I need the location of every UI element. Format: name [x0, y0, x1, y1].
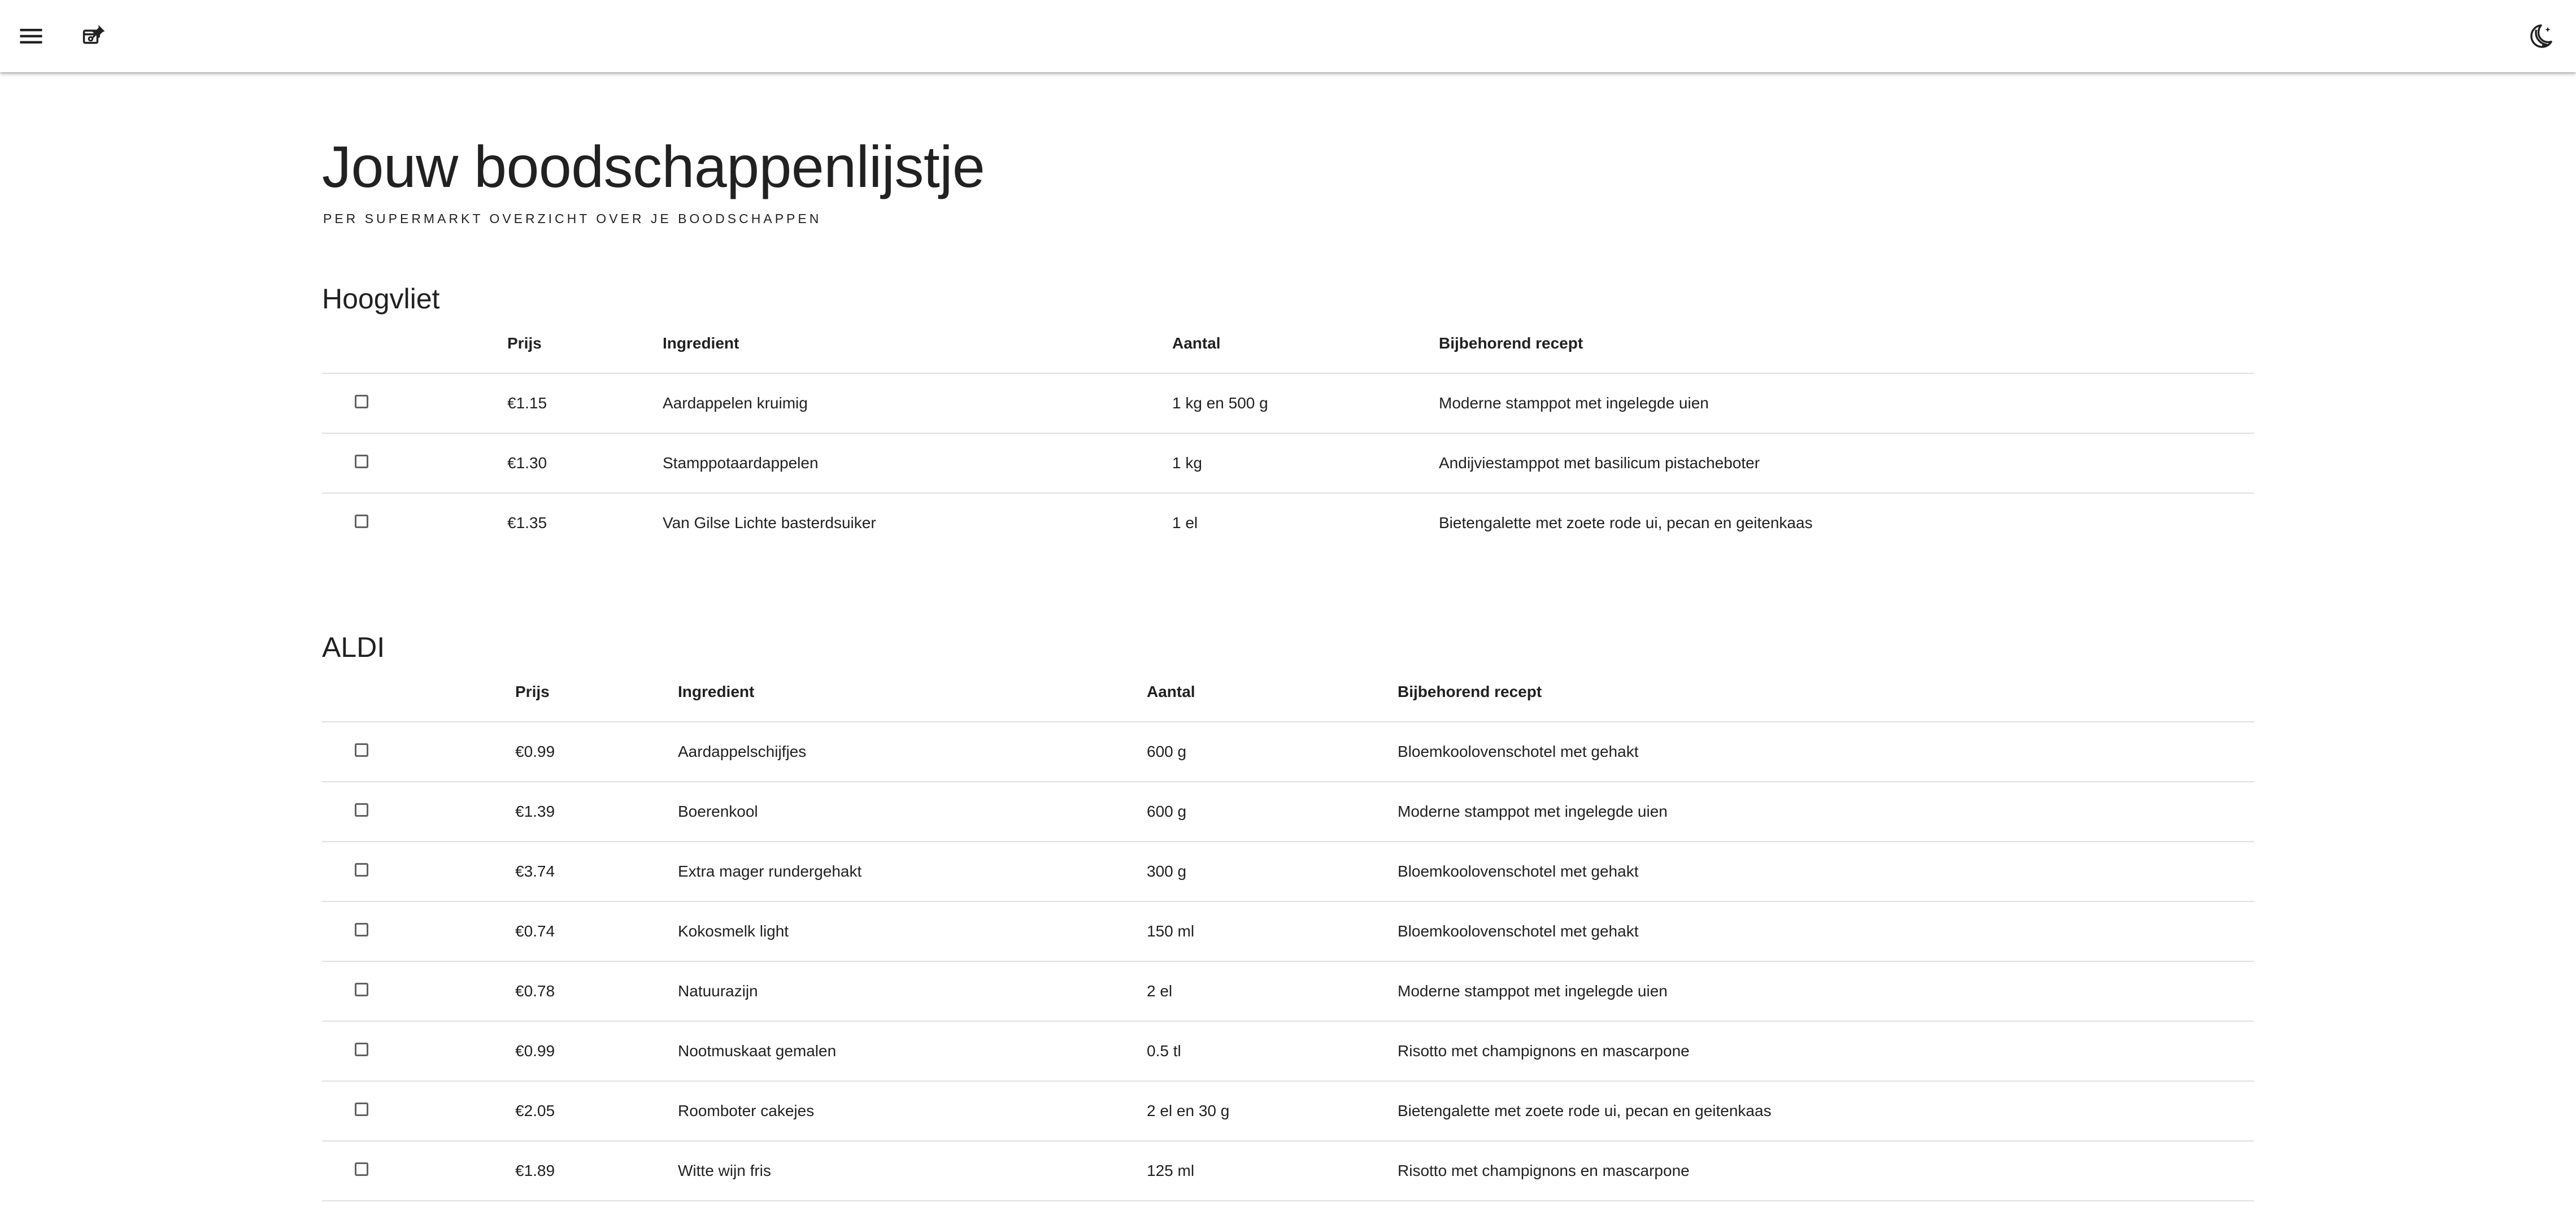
page-subtitle: PER SUPERMARKT OVERZICHT OVER JE BOODSCH…: [323, 211, 822, 226]
cell-prijs: €1.15: [507, 394, 547, 412]
page-title: Jouw boodschappenlijstje: [322, 134, 985, 200]
cell-aantal: 1 kg en 500 g: [1172, 394, 1268, 412]
menu-button[interactable]: [12, 17, 50, 55]
row-checkbox[interactable]: [355, 803, 368, 817]
store-name: Hoogvliet: [322, 283, 440, 315]
calendar-pin-icon: [82, 25, 105, 44]
cell-aantal: 2 el en 30 g: [1147, 1102, 1230, 1119]
table-row: €3.74 Extra mager rundergehakt 300 g Blo…: [322, 842, 2254, 902]
cell-prijs: €3.74: [515, 862, 555, 880]
cell-aantal: 600 g: [1147, 803, 1187, 820]
cell-recept: Moderne stamppot met ingelegde uien: [1439, 394, 1709, 412]
cell-ingredient: Nootmuskaat gemalen: [678, 1042, 837, 1060]
cell-aantal: 2 el: [1147, 982, 1173, 1000]
shopping-table: Prijs Ingredient Aantal Bijbehorend rece…: [322, 314, 2254, 552]
cell-recept: Bloemkoolovenschotel met gehakt: [1398, 743, 1639, 760]
column-header-prijs: Prijs: [507, 334, 542, 352]
table-row: €1.89 Witte wijn fris 125 ml Risotto met…: [322, 1141, 2254, 1201]
table-row: €1.39 Boerenkool 600 g Moderne stamppot …: [322, 782, 2254, 842]
row-checkbox[interactable]: [355, 743, 368, 757]
cell-ingredient: Roomboter cakejes: [678, 1102, 815, 1119]
cell-aantal: 300 g: [1147, 862, 1187, 880]
cell-prijs: €0.99: [515, 1042, 555, 1060]
cell-recept: Bloemkoolovenschotel met gehakt: [1398, 862, 1639, 880]
row-checkbox[interactable]: [355, 515, 368, 528]
row-checkbox[interactable]: [355, 1043, 368, 1056]
table-row: €2.05 Roomboter cakejes 2 el en 30 g Bie…: [322, 1082, 2254, 1141]
shopping-table: Prijs Ingredient Aantal Bijbehorend rece…: [322, 663, 2254, 1201]
cell-ingredient: Aardappelschijfjes: [678, 743, 807, 760]
cell-ingredient: Kokosmelk light: [678, 922, 789, 940]
cell-prijs: €2.05: [515, 1102, 555, 1119]
column-header-prijs: Prijs: [515, 683, 550, 700]
menu-icon: [20, 29, 42, 43]
cell-aantal: 150 ml: [1147, 922, 1195, 940]
app-toolbar: [0, 0, 2576, 72]
table-row: €0.99 Nootmuskaat gemalen 0.5 tl Risotto…: [322, 1022, 2254, 1082]
cell-recept: Andijviestamppot met basilicum pistacheb…: [1439, 454, 1760, 472]
table-header: Prijs Ingredient Aantal Bijbehorend rece…: [322, 663, 2254, 722]
table-row: €1.30 Stamppotaardappelen 1 kg Andijvies…: [322, 434, 2254, 494]
column-header-recept: Bijbehorend recept: [1398, 683, 1542, 700]
column-header-aantal: Aantal: [1147, 683, 1195, 700]
cell-ingredient: Stamppotaardappelen: [663, 454, 819, 472]
pinned-calendar-button[interactable]: [75, 17, 114, 55]
cell-aantal: 600 g: [1147, 743, 1187, 760]
table-row: €1.35 Van Gilse Lichte basterdsuiker 1 e…: [322, 494, 2254, 552]
cell-ingredient: Van Gilse Lichte basterdsuiker: [663, 514, 876, 531]
cell-prijs: €1.30: [507, 454, 547, 472]
table-row: €1.15 Aardappelen kruimig 1 kg en 500 g …: [322, 374, 2254, 434]
row-checkbox[interactable]: [355, 863, 368, 877]
column-header-ingredient: Ingredient: [663, 334, 739, 352]
table-row: €0.78 Natuurazijn 2 el Moderne stamppot …: [322, 962, 2254, 1022]
cell-prijs: €0.78: [515, 982, 555, 1000]
cell-ingredient: Aardappelen kruimig: [663, 394, 808, 412]
row-checkbox[interactable]: [355, 455, 368, 468]
row-checkbox[interactable]: [355, 1162, 368, 1176]
cell-recept: Bietengalette met zoete rode ui, pecan e…: [1398, 1102, 1772, 1119]
column-header-aantal: Aantal: [1172, 334, 1221, 352]
table-row: €0.99 Aardappelschijfjes 600 g Bloemkool…: [322, 722, 2254, 782]
cell-recept: Moderne stamppot met ingelegde uien: [1398, 982, 1668, 1000]
cell-prijs: €1.35: [507, 514, 547, 531]
store-name: ALDI: [322, 631, 385, 663]
table-row: €0.74 Kokosmelk light 150 ml Bloemkoolov…: [322, 902, 2254, 962]
cell-recept: Moderne stamppot met ingelegde uien: [1398, 803, 1668, 820]
cell-ingredient: Natuurazijn: [678, 982, 758, 1000]
row-checkbox[interactable]: [355, 923, 368, 936]
cell-prijs: €0.99: [515, 743, 555, 760]
row-checkbox[interactable]: [355, 395, 368, 408]
cell-aantal: 0.5 tl: [1147, 1042, 1181, 1060]
cell-prijs: €0.74: [515, 922, 555, 940]
moon-icon: [2530, 24, 2552, 48]
cell-aantal: 125 ml: [1147, 1162, 1195, 1179]
cell-prijs: €1.39: [515, 803, 555, 820]
cell-aantal: 1 el: [1172, 514, 1198, 531]
cell-prijs: €1.89: [515, 1162, 555, 1179]
dark-mode-toggle[interactable]: [2521, 17, 2560, 55]
cell-aantal: 1 kg: [1172, 454, 1202, 472]
cell-ingredient: Boerenkool: [678, 803, 758, 820]
row-checkbox[interactable]: [355, 983, 368, 996]
cell-ingredient: Extra mager rundergehakt: [678, 862, 862, 880]
cell-recept: Bloemkoolovenschotel met gehakt: [1398, 922, 1639, 940]
column-header-recept: Bijbehorend recept: [1439, 334, 1583, 352]
row-checkbox[interactable]: [355, 1103, 368, 1116]
table-header: Prijs Ingredient Aantal Bijbehorend rece…: [322, 314, 2254, 374]
cell-ingredient: Witte wijn fris: [678, 1162, 771, 1179]
cell-recept: Risotto met champignons en mascarpone: [1398, 1042, 1690, 1060]
cell-recept: Risotto met champignons en mascarpone: [1398, 1162, 1690, 1179]
cell-recept: Bietengalette met zoete rode ui, pecan e…: [1439, 514, 1813, 531]
column-header-ingredient: Ingredient: [678, 683, 755, 700]
